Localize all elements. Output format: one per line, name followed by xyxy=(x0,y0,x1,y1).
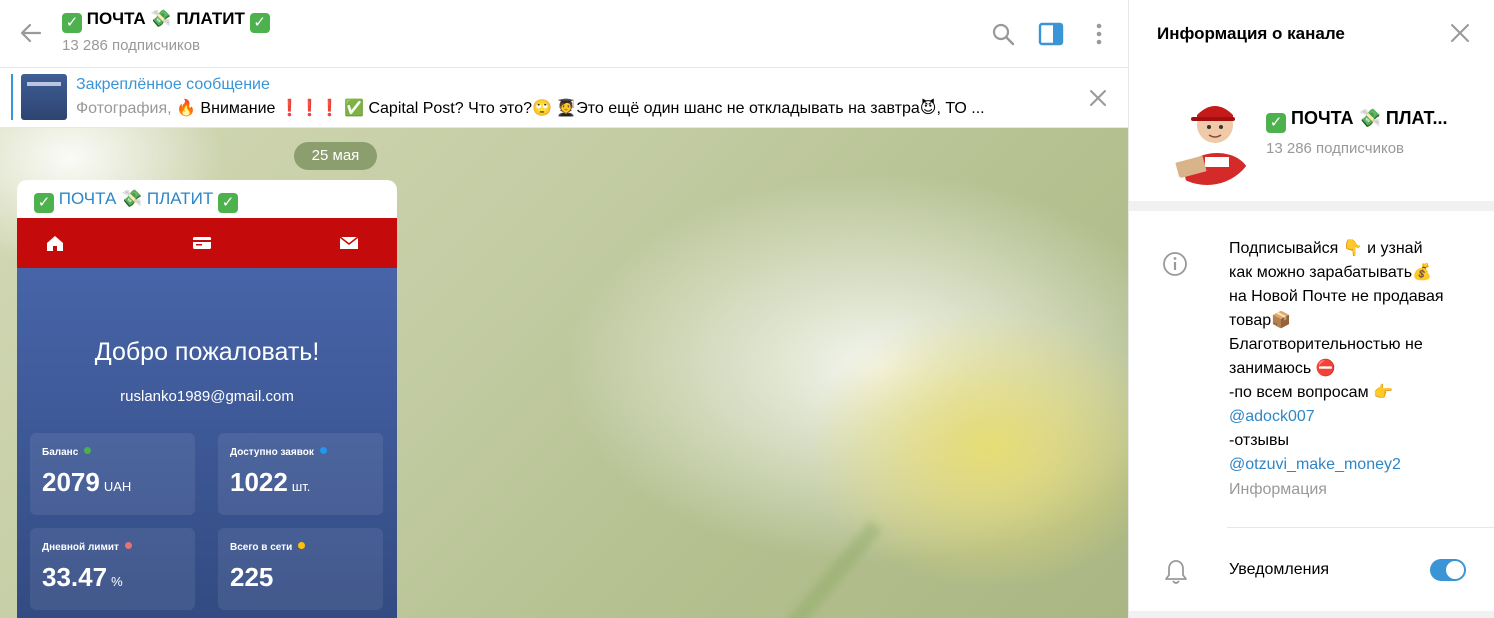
description-line: -отзывы xyxy=(1229,432,1290,449)
stat-card-value: 225 xyxy=(230,562,274,592)
description-line: на Новой Почте не продавая xyxy=(1229,288,1444,305)
message-bubble[interactable]: ✓ ПОЧТА 💸 ПЛАТИТ ✓ Добро пожаловать! rus… xyxy=(17,180,397,618)
section-divider xyxy=(1129,201,1494,211)
bell-icon xyxy=(1165,560,1187,584)
description-caption: Информация xyxy=(1229,481,1327,498)
chat-title-text: ПОЧТА 💸 ПЛАТИТ xyxy=(86,9,245,28)
status-dot xyxy=(298,542,306,549)
description-line: товар📦 xyxy=(1229,312,1292,329)
description-line: -по всем вопросам 👉 xyxy=(1229,384,1393,401)
photo-email: ruslanko1989@gmail.com xyxy=(120,388,294,405)
stat-card-value: 1022 шт. xyxy=(230,467,311,497)
stat-card-label: Доступно заявок xyxy=(230,447,327,458)
pinned-accent-bar xyxy=(11,74,13,120)
panel-title: Информация о канале xyxy=(1157,24,1345,43)
status-dot xyxy=(124,542,132,549)
date-separator: 25 мая xyxy=(294,142,377,170)
description-line: как можно зарабатывать💰 xyxy=(1229,264,1432,281)
chat-title[interactable]: ✓ ПОЧТА 💸 ПЛАТИТ ✓ xyxy=(62,9,270,33)
chat-area: ✓ ПОЧТА 💸 ПЛАТИТ ✓ 13 286 подписчиков За… xyxy=(0,0,1128,618)
close-icon[interactable] xyxy=(1449,22,1471,44)
notifications-toggle[interactable] xyxy=(1430,559,1466,581)
more-menu-icon[interactable] xyxy=(1086,21,1112,47)
message-author-text: ПОЧТА 💸 ПЛАТИТ xyxy=(58,189,214,208)
check-icon: ✓ xyxy=(1266,113,1286,133)
chat-header: ✓ ПОЧТА 💸 ПЛАТИТ ✓ 13 286 подписчиков xyxy=(0,0,1128,68)
pinned-message[interactable]: Закреплённое сообщение Фотография, 🔥 Вни… xyxy=(0,68,1128,128)
stat-card-limit: Дневной лимит 33.47% xyxy=(30,528,195,610)
message-author[interactable]: ✓ ПОЧТА 💸 ПЛАТИТ ✓ xyxy=(34,189,239,213)
stat-card-label: Дневной лимит xyxy=(42,542,132,553)
pinned-thumbnail xyxy=(21,74,67,120)
status-dot xyxy=(319,447,327,454)
stat-card-requests: Доступно заявок 1022 шт. xyxy=(218,433,383,515)
stat-card-value: 2079 UAH xyxy=(42,467,132,497)
status-dot xyxy=(84,447,92,454)
courier-avatar-icon xyxy=(1157,85,1257,185)
pinned-text: 🔥 Внимание ❗❗❗ ✅ Capital Post? Что это?🙄… xyxy=(176,100,985,117)
section-divider xyxy=(1129,611,1494,618)
back-arrow-icon[interactable] xyxy=(18,20,44,46)
notifications-label: Уведомления xyxy=(1229,561,1330,578)
stat-card-value: 33.47% xyxy=(42,562,123,592)
pinned-prefix: Фотография, xyxy=(76,100,172,117)
stat-card-online: Всего в сети 225 xyxy=(218,528,383,610)
check-icon: ✓ xyxy=(34,193,54,213)
username-link[interactable]: @adock007 xyxy=(1229,405,1479,429)
channel-name-text: ПОЧТА 💸 ПЛАТ... xyxy=(1291,108,1448,128)
mail-icon xyxy=(339,236,359,249)
channel-description: Подписывайся 👇 и узнай как можно зарабат… xyxy=(1229,237,1479,477)
check-icon: ✓ xyxy=(249,13,270,33)
username-link[interactable]: @otzuvi_make_money2 xyxy=(1229,453,1479,477)
wallpaper-stem xyxy=(773,520,883,618)
card-icon xyxy=(193,237,211,249)
check-icon: ✓ xyxy=(218,193,239,213)
description-line: Подписывайся 👇 и узнай xyxy=(1229,240,1423,257)
message-photo[interactable]: Добро пожаловать! ruslanko1989@gmail.com… xyxy=(17,218,397,618)
photo-nav-bar xyxy=(17,218,397,268)
home-icon xyxy=(47,236,63,251)
divider-line xyxy=(1227,527,1494,528)
subscriber-count: 13 286 подписчиков xyxy=(62,37,201,54)
pinned-preview: Фотография, 🔥 Внимание ❗❗❗ ✅ Capital Pos… xyxy=(76,98,1056,118)
pinned-title: Закреплённое сообщение xyxy=(76,76,270,93)
channel-name: ✓ ПОЧТА 💸 ПЛАТ... xyxy=(1266,108,1448,133)
check-icon: ✓ xyxy=(62,13,82,33)
channel-subscribers: 13 286 подписчиков xyxy=(1266,140,1405,157)
photo-welcome: Добро пожаловать! xyxy=(94,338,320,366)
close-pinned-icon[interactable] xyxy=(1088,88,1108,108)
search-icon[interactable] xyxy=(990,21,1016,47)
stat-card-balance: Баланс 2079 UAH xyxy=(30,433,195,515)
info-icon xyxy=(1163,252,1187,276)
channel-info-panel: Информация о канале ✓ ПОЧТА 💸 ПЛАТ... 13… xyxy=(1128,0,1494,618)
description-line: Благотворительностью не xyxy=(1229,336,1423,353)
stat-card-label: Баланс xyxy=(42,447,92,458)
description-line: занимаюсь ⛔ xyxy=(1229,360,1336,377)
stat-card-label: Всего в сети xyxy=(230,542,306,553)
channel-avatar[interactable] xyxy=(1157,85,1257,185)
sidebar-toggle-icon[interactable] xyxy=(1038,21,1064,47)
